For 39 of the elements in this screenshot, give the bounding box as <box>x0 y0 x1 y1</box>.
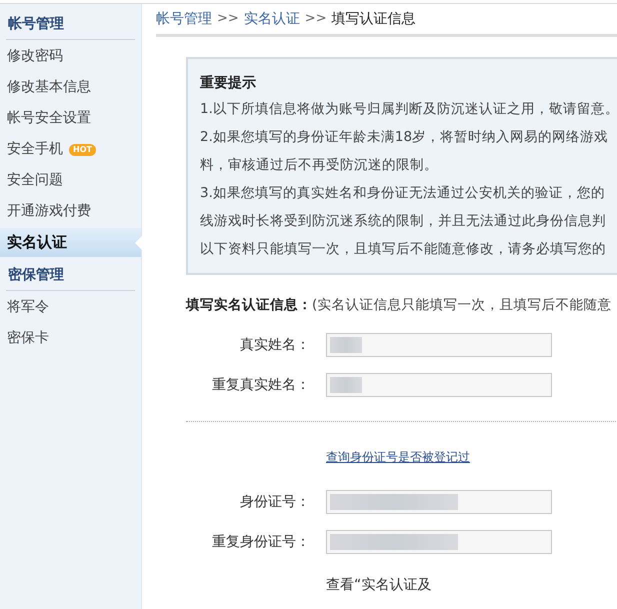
form-heading: 填写实名认证信息： <box>186 296 312 315</box>
form-note: (实名认证信息只能填写一次，且填写后不能随意 <box>312 296 612 315</box>
breadcrumb-link[interactable]: 帐号管理 <box>156 8 212 30</box>
redacted-value <box>330 377 362 393</box>
sidebar-item[interactable]: 密保卡 <box>0 324 141 353</box>
id-check-link[interactable]: 查询身份证号是否被登记过 <box>326 450 470 464</box>
input-field[interactable] <box>326 333 552 357</box>
sidebar-item[interactable]: 将军令 <box>0 293 141 322</box>
field-label: 真实姓名： <box>240 336 310 352</box>
sidebar-item[interactable]: 安全手机 HOT <box>0 135 141 164</box>
notice-text: 线游戏时长将受到防沉迷系统的限制，并且无法通过此身份信息判 <box>200 212 607 231</box>
field-label: 身份证号： <box>240 494 310 510</box>
sidebar-item[interactable]: 修改基本信息 <box>0 73 141 102</box>
breadcrumb-current: 填写认证信息 <box>332 10 416 28</box>
input-field[interactable] <box>326 530 552 554</box>
field-label: 重复真实姓名： <box>212 376 310 392</box>
notice-text: 料，审核通过后不再受防沉迷的限制。 <box>200 156 439 175</box>
section-heading: 密保管理 <box>6 259 135 291</box>
notice-title: 重要提示 <box>200 74 257 93</box>
sidebar-item[interactable]: 实名认证 <box>0 228 141 257</box>
input-field[interactable] <box>326 490 552 514</box>
breadcrumb-link[interactable]: 实名认证 <box>244 8 300 30</box>
notice-text: 2.如果您填写的身份证年龄未满18岁，将暂时纳入网易的网络游戏 <box>200 128 610 147</box>
sidebar-item[interactable]: 开通游戏付费 <box>0 197 141 226</box>
field-label: 重复身份证号： <box>212 534 310 550</box>
redacted-value <box>330 337 362 353</box>
breadcrumb-separator: >> <box>217 10 239 28</box>
sidebar-item[interactable]: 修改密码 <box>0 42 141 71</box>
sidebar-item[interactable]: 帐号安全设置 <box>0 104 141 133</box>
notice-text: 以下资料只能填写一次，且填写后不能随意修改，请务必填写您的 <box>200 240 607 259</box>
notice-text: 3.如果您填写的真实姓名和身份证无法通过公安机关的验证，您的 <box>200 184 606 203</box>
breadcrumb-separator: >> <box>304 10 327 28</box>
section-heading: 帐号管理 <box>6 8 135 40</box>
footer-text: 查看“实名认证及 <box>326 577 432 593</box>
pointer-icon <box>135 236 142 250</box>
input-field[interactable] <box>326 373 552 397</box>
sidebar-item[interactable]: 安全问题 <box>0 166 141 195</box>
hot-badge: HOT <box>69 144 96 156</box>
notice-text: 1.以下所填信息将做为账号归属判断及防沉迷认证之用，敬请留意。 <box>200 100 617 119</box>
